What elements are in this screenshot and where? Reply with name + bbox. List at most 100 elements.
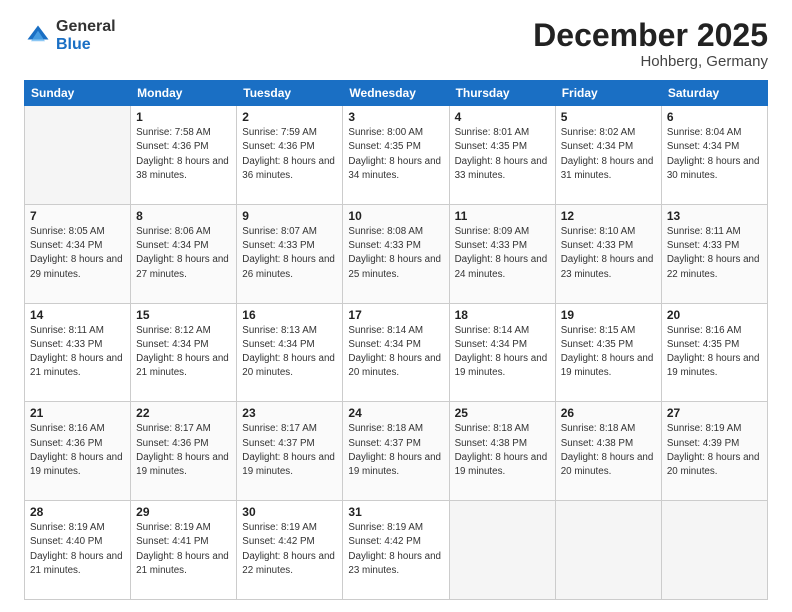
calendar-cell: 9 Sunrise: 8:07 AMSunset: 4:33 PMDaylight… [237, 204, 343, 303]
cell-info: Sunrise: 8:06 AMSunset: 4:34 PMDaylight:… [136, 226, 229, 280]
cell-info: Sunrise: 8:17 AMSunset: 4:36 PMDaylight:… [136, 423, 229, 477]
cell-info: Sunrise: 8:02 AMSunset: 4:34 PMDaylight:… [561, 127, 654, 181]
calendar-week-row: 28 Sunrise: 8:19 AMSunset: 4:40 PMDayligh… [25, 501, 768, 600]
cell-info: Sunrise: 8:05 AMSunset: 4:34 PMDaylight:… [30, 226, 123, 280]
calendar-cell: 31 Sunrise: 8:19 AMSunset: 4:42 PMDayligh… [343, 501, 449, 600]
calendar-cell [661, 501, 767, 600]
cell-day-number: 17 [348, 308, 443, 322]
cell-day-number: 23 [242, 406, 337, 420]
cell-day-number: 11 [455, 209, 550, 223]
calendar-cell: 22Sunrise: 8:17 AMSunset: 4:36 PMDayligh… [131, 402, 237, 501]
cell-info: Sunrise: 8:10 AMSunset: 4:33 PMDaylight:… [561, 226, 654, 280]
calendar-week-row: 1 Sunrise: 7:58 AMSunset: 4:36 PMDaylight… [25, 106, 768, 205]
cell-info: Sunrise: 8:11 AMSunset: 4:33 PMDaylight:… [667, 226, 760, 280]
calendar-week-row: 14 Sunrise: 8:11 AMSunset: 4:33 PMDayligh… [25, 303, 768, 402]
cell-info: Sunrise: 8:13 AMSunset: 4:34 PMDaylight:… [242, 325, 335, 379]
calendar-week-row: 7Sunrise: 8:05 AMSunset: 4:34 PMDaylight… [25, 204, 768, 303]
calendar-cell: 3 Sunrise: 8:00 AMSunset: 4:35 PMDaylight… [343, 106, 449, 205]
cell-day-number: 13 [667, 209, 762, 223]
logo-text: General Blue [56, 18, 116, 53]
logo-blue: Blue [56, 36, 91, 53]
cell-day-number: 16 [242, 308, 337, 322]
calendar-cell: 26Sunrise: 8:18 AMSunset: 4:38 PMDayligh… [555, 402, 661, 501]
calendar-cell [449, 501, 555, 600]
cell-day-number: 31 [348, 505, 443, 519]
month-title: December 2025 [533, 18, 768, 53]
cell-day-number: 19 [561, 308, 656, 322]
cell-info: Sunrise: 8:18 AMSunset: 4:37 PMDaylight:… [348, 423, 441, 477]
calendar-cell: 11 Sunrise: 8:09 AMSunset: 4:33 PMDayligh… [449, 204, 555, 303]
cell-day-number: 27 [667, 406, 762, 420]
logo: General Blue [24, 18, 116, 53]
calendar-cell: 10Sunrise: 8:08 AMSunset: 4:33 PMDayligh… [343, 204, 449, 303]
cell-info: Sunrise: 8:15 AMSunset: 4:35 PMDaylight:… [561, 325, 654, 379]
cell-info: Sunrise: 8:19 AMSunset: 4:40 PMDaylight:… [30, 522, 123, 576]
cell-info: Sunrise: 8:19 AMSunset: 4:39 PMDaylight:… [667, 423, 760, 477]
logo-general: General [56, 18, 116, 35]
cell-day-number: 26 [561, 406, 656, 420]
day-header: Friday [555, 81, 661, 106]
cell-info: Sunrise: 8:19 AMSunset: 4:42 PMDaylight:… [348, 522, 441, 576]
calendar-cell: 17 Sunrise: 8:14 AMSunset: 4:34 PMDayligh… [343, 303, 449, 402]
calendar-cell: 27 Sunrise: 8:19 AMSunset: 4:39 PMDayligh… [661, 402, 767, 501]
calendar: SundayMondayTuesdayWednesdayThursdayFrid… [24, 80, 768, 600]
cell-day-number: 20 [667, 308, 762, 322]
cell-day-number: 29 [136, 505, 231, 519]
cell-info: Sunrise: 7:58 AMSunset: 4:36 PMDaylight:… [136, 127, 229, 181]
calendar-week-row: 21 Sunrise: 8:16 AMSunset: 4:36 PMDayligh… [25, 402, 768, 501]
cell-day-number: 30 [242, 505, 337, 519]
cell-day-number: 10 [348, 209, 443, 223]
cell-day-number: 3 [348, 110, 443, 124]
cell-info: Sunrise: 8:14 AMSunset: 4:34 PMDaylight:… [348, 325, 441, 379]
calendar-cell [555, 501, 661, 600]
cell-day-number: 21 [30, 406, 125, 420]
calendar-cell [25, 106, 131, 205]
cell-day-number: 28 [30, 505, 125, 519]
cell-day-number: 15 [136, 308, 231, 322]
cell-info: Sunrise: 8:14 AMSunset: 4:34 PMDaylight:… [455, 325, 548, 379]
calendar-cell: 6Sunrise: 8:04 AMSunset: 4:34 PMDaylight… [661, 106, 767, 205]
cell-info: Sunrise: 8:19 AMSunset: 4:41 PMDaylight:… [136, 522, 229, 576]
day-header: Saturday [661, 81, 767, 106]
calendar-cell: 8Sunrise: 8:06 AMSunset: 4:34 PMDaylight… [131, 204, 237, 303]
calendar-cell: 25 Sunrise: 8:18 AMSunset: 4:38 PMDayligh… [449, 402, 555, 501]
calendar-cell: 13 Sunrise: 8:11 AMSunset: 4:33 PMDayligh… [661, 204, 767, 303]
cell-day-number: 2 [242, 110, 337, 124]
calendar-cell: 2 Sunrise: 7:59 AMSunset: 4:36 PMDaylight… [237, 106, 343, 205]
cell-info: Sunrise: 8:18 AMSunset: 4:38 PMDaylight:… [455, 423, 548, 477]
calendar-cell: 29 Sunrise: 8:19 AMSunset: 4:41 PMDayligh… [131, 501, 237, 600]
cell-info: Sunrise: 8:07 AMSunset: 4:33 PMDaylight:… [242, 226, 335, 280]
day-header: Wednesday [343, 81, 449, 106]
calendar-cell: 21 Sunrise: 8:16 AMSunset: 4:36 PMDayligh… [25, 402, 131, 501]
cell-day-number: 14 [30, 308, 125, 322]
cell-info: Sunrise: 8:09 AMSunset: 4:33 PMDaylight:… [455, 226, 548, 280]
cell-day-number: 5 [561, 110, 656, 124]
cell-info: Sunrise: 8:19 AMSunset: 4:42 PMDaylight:… [242, 522, 335, 576]
cell-info: Sunrise: 8:11 AMSunset: 4:33 PMDaylight:… [30, 325, 123, 379]
header: General Blue December 2025 Hohberg, Germ… [24, 18, 768, 70]
cell-info: Sunrise: 8:16 AMSunset: 4:35 PMDaylight:… [667, 325, 760, 379]
calendar-cell: 30 Sunrise: 8:19 AMSunset: 4:42 PMDayligh… [237, 501, 343, 600]
cell-day-number: 25 [455, 406, 550, 420]
calendar-cell: 18Sunrise: 8:14 AMSunset: 4:34 PMDayligh… [449, 303, 555, 402]
cell-day-number: 6 [667, 110, 762, 124]
calendar-cell: 14 Sunrise: 8:11 AMSunset: 4:33 PMDayligh… [25, 303, 131, 402]
calendar-cell: 19 Sunrise: 8:15 AMSunset: 4:35 PMDayligh… [555, 303, 661, 402]
cell-day-number: 12 [561, 209, 656, 223]
logo-icon [24, 22, 52, 50]
day-header: Tuesday [237, 81, 343, 106]
calendar-cell: 24Sunrise: 8:18 AMSunset: 4:37 PMDayligh… [343, 402, 449, 501]
calendar-cell: 1 Sunrise: 7:58 AMSunset: 4:36 PMDaylight… [131, 106, 237, 205]
cell-info: Sunrise: 8:17 AMSunset: 4:37 PMDaylight:… [242, 423, 335, 477]
cell-info: Sunrise: 8:16 AMSunset: 4:36 PMDaylight:… [30, 423, 123, 477]
cell-info: Sunrise: 8:00 AMSunset: 4:35 PMDaylight:… [348, 127, 441, 181]
calendar-cell: 5 Sunrise: 8:02 AMSunset: 4:34 PMDaylight… [555, 106, 661, 205]
cell-info: Sunrise: 7:59 AMSunset: 4:36 PMDaylight:… [242, 127, 335, 181]
cell-day-number: 4 [455, 110, 550, 124]
calendar-header-row: SundayMondayTuesdayWednesdayThursdayFrid… [25, 81, 768, 106]
cell-day-number: 1 [136, 110, 231, 124]
day-header: Monday [131, 81, 237, 106]
calendar-cell: 16 Sunrise: 8:13 AMSunset: 4:34 PMDayligh… [237, 303, 343, 402]
cell-day-number: 9 [242, 209, 337, 223]
calendar-cell: 4Sunrise: 8:01 AMSunset: 4:35 PMDaylight… [449, 106, 555, 205]
